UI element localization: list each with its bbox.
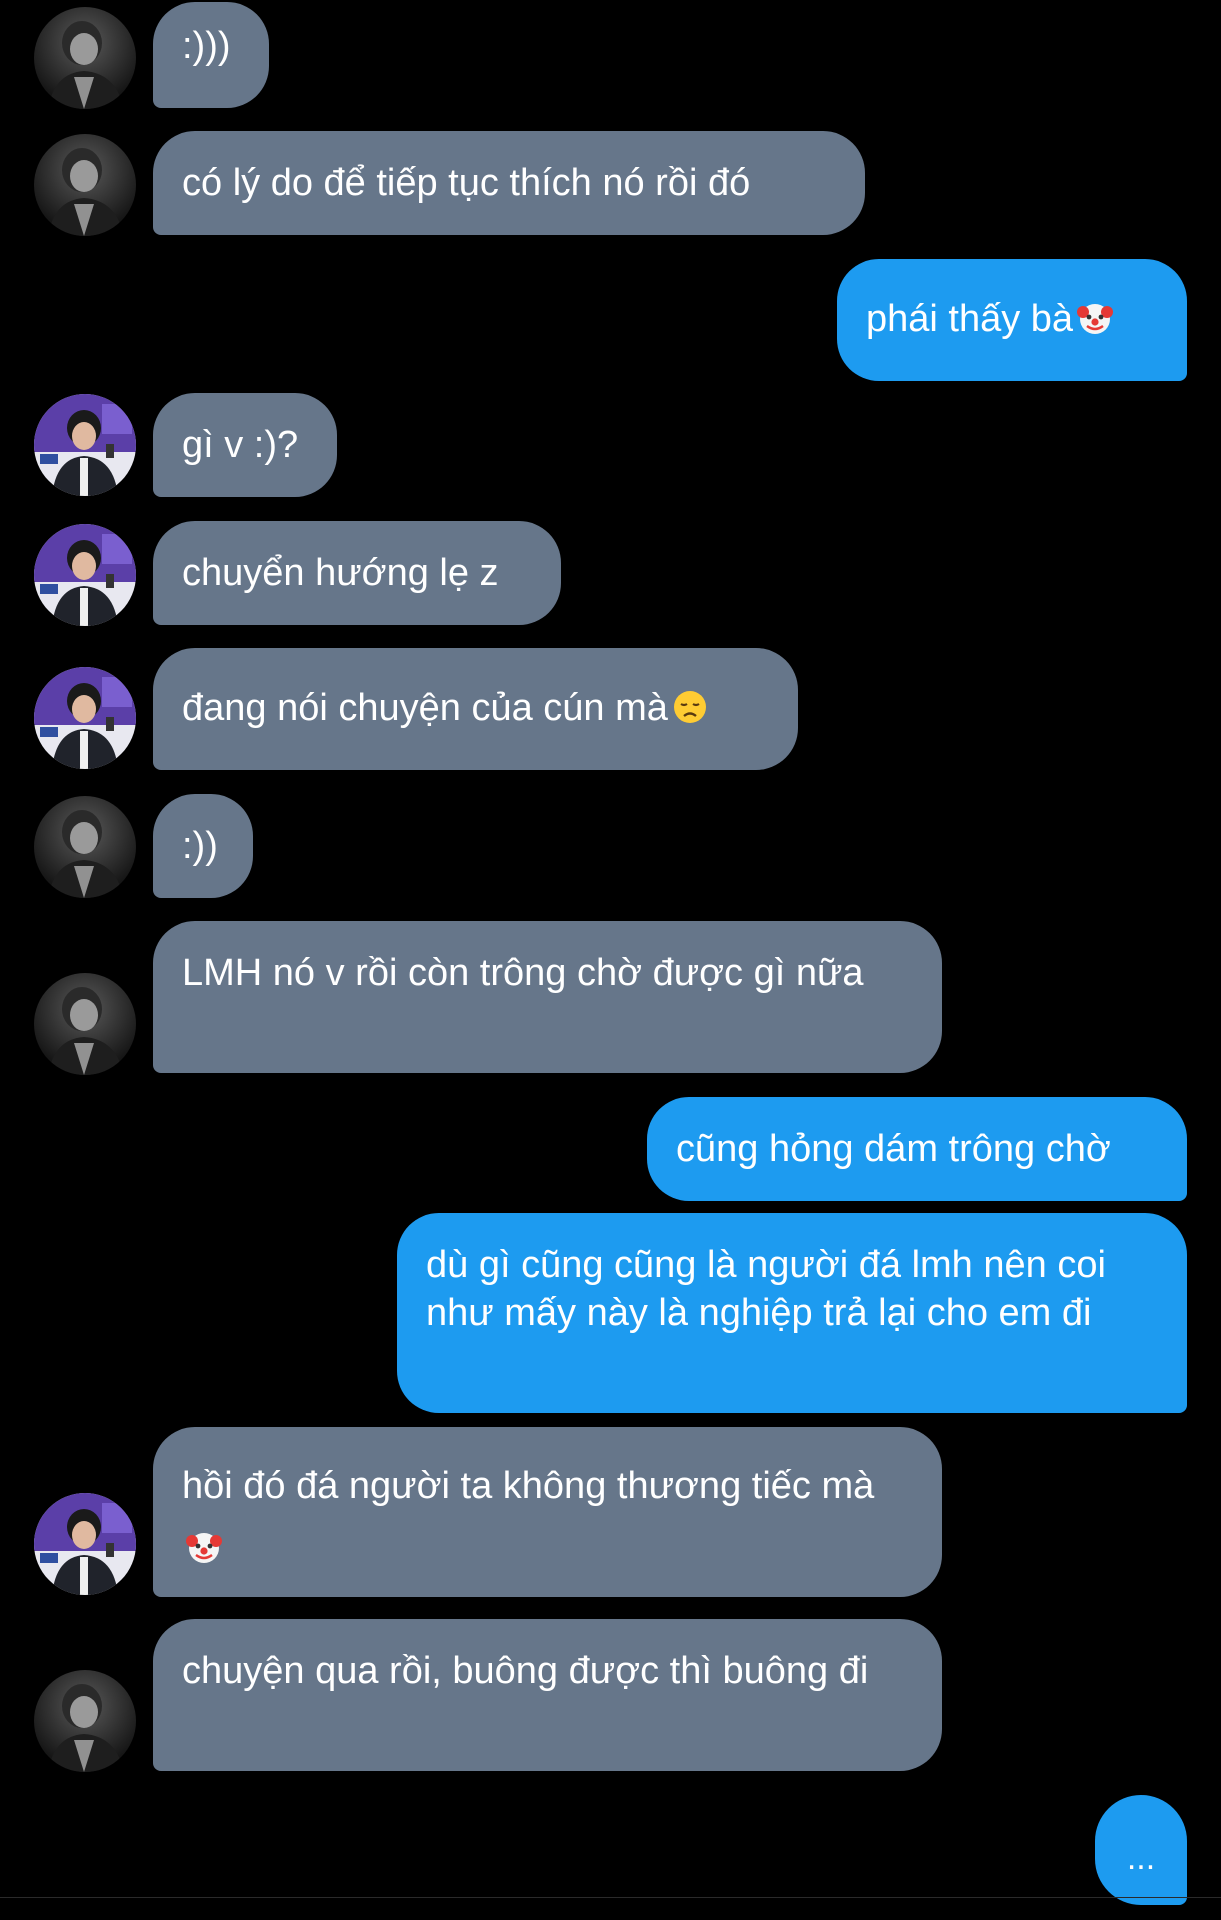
avatar[interactable]	[34, 1670, 136, 1772]
message-bubble-incoming[interactable]: LMH nó v rồi còn trông chờ được gì nữa	[153, 921, 942, 1073]
clown-emoji	[1077, 300, 1114, 336]
message-bubble-incoming[interactable]: hồi đó đá người ta không thương tiếc mà	[153, 1427, 942, 1597]
message-thread: :))) có lý do để tiếp tục thích nó rồi đ…	[0, 0, 1221, 1920]
avatar[interactable]	[34, 524, 136, 626]
message-bubble-incoming[interactable]: :))	[153, 794, 253, 898]
message-text: LMH nó v rồi còn trông chờ được gì nữa	[182, 952, 864, 994]
message-text: chuyện qua rồi, buông được thì buông đi	[182, 1650, 869, 1692]
message-bubble-incoming[interactable]: có lý do để tiếp tục thích nó rồi đó	[153, 131, 865, 235]
message-text: phái thấy bà	[866, 298, 1074, 340]
message-text: dù gì cũng cũng là người đá lmh nên coi …	[426, 1244, 1106, 1334]
avatar[interactable]	[34, 973, 136, 1075]
message-bubble-incoming[interactable]: đang nói chuyện của cún mà	[153, 648, 798, 770]
avatar[interactable]	[34, 796, 136, 898]
clown-emoji	[186, 1529, 222, 1565]
message-bubble-incoming[interactable]: chuyện qua rồi, buông được thì buông đi	[153, 1619, 942, 1771]
avatar[interactable]	[34, 1493, 136, 1595]
message-bubble-incoming[interactable]: gì v :)?	[153, 393, 337, 497]
disappointed-face-emoji	[672, 689, 708, 725]
typing-dots: ...	[1126, 1839, 1156, 1877]
avatar[interactable]	[34, 7, 136, 109]
avatar[interactable]	[34, 394, 136, 496]
avatar[interactable]	[34, 667, 136, 769]
divider	[0, 1897, 1221, 1898]
message-text: hồi đó đá người ta không thương tiếc mà	[182, 1465, 875, 1507]
typing-indicator: ...	[1095, 1795, 1187, 1905]
message-text: có lý do để tiếp tục thích nó rồi đó	[182, 162, 751, 204]
message-text: :)))	[182, 25, 231, 67]
message-text: :))	[182, 825, 218, 867]
message-text: đang nói chuyện của cún mà	[182, 687, 668, 729]
message-text: chuyển hướng lẹ z	[182, 552, 499, 594]
message-bubble-outgoing[interactable]: cũng hỏng dám trông chờ	[647, 1097, 1187, 1201]
message-bubble-incoming[interactable]: chuyển hướng lẹ z	[153, 521, 561, 625]
message-bubble-outgoing[interactable]: dù gì cũng cũng là người đá lmh nên coi …	[397, 1213, 1187, 1413]
message-text: gì v :)?	[182, 424, 299, 466]
message-bubble-incoming[interactable]: :)))	[153, 2, 269, 108]
avatar[interactable]	[34, 134, 136, 236]
message-text: cũng hỏng dám trông chờ	[676, 1128, 1111, 1170]
message-bubble-outgoing[interactable]: phái thấy bà	[837, 259, 1187, 381]
